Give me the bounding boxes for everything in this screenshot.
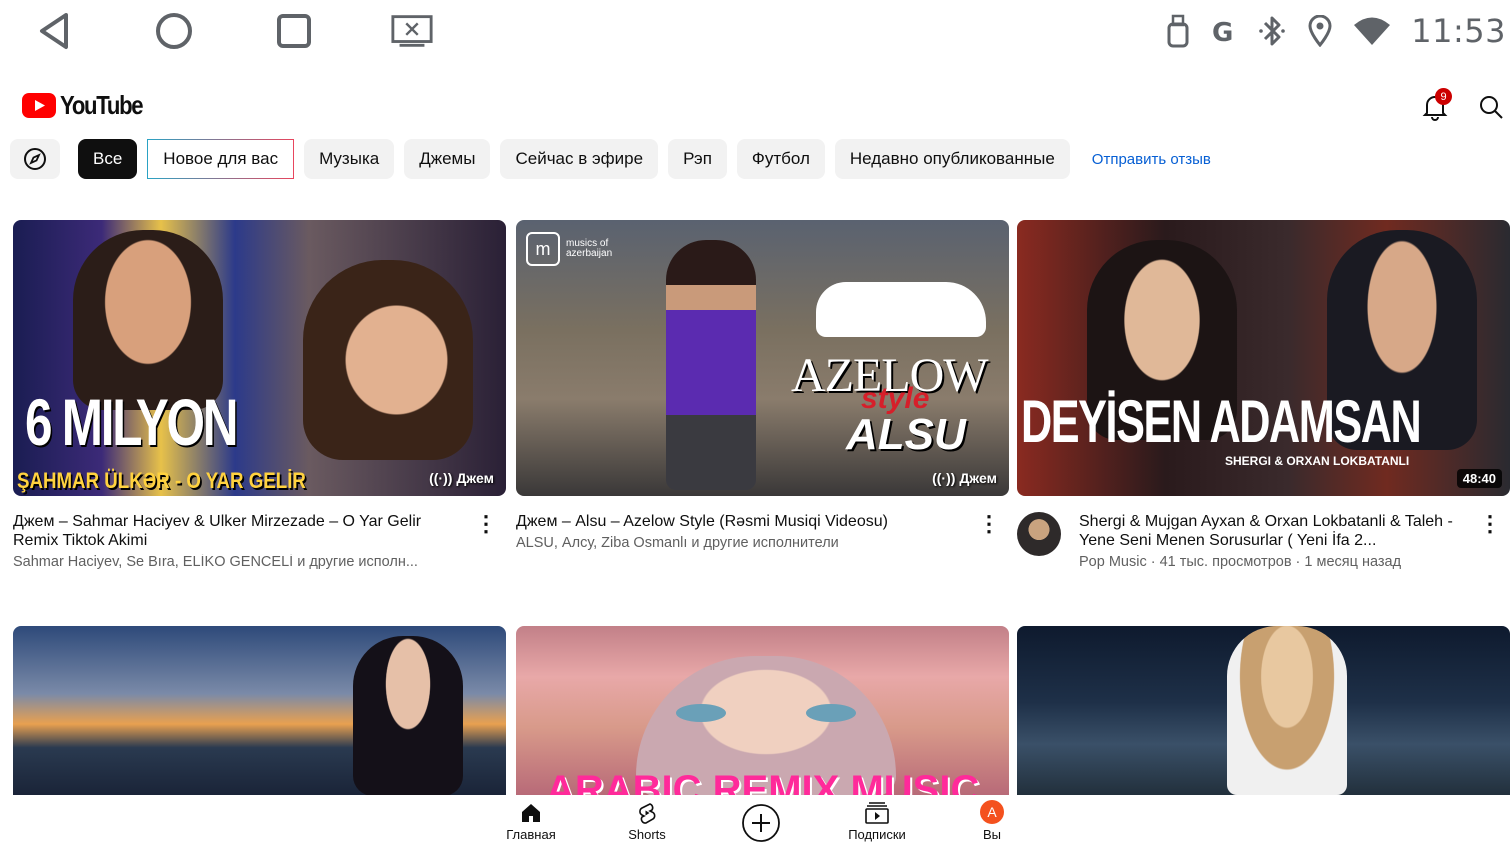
chip-recently-uploaded[interactable]: Недавно опубликованные bbox=[834, 139, 1070, 179]
youtube-play-icon bbox=[22, 93, 56, 118]
status-icons: G 11:53 bbox=[1165, 8, 1510, 54]
jam-tag-label: Джем bbox=[456, 470, 494, 486]
chip-live[interactable]: Сейчас в эфире bbox=[500, 139, 659, 179]
chip-new-for-you[interactable]: Новое для вас bbox=[147, 139, 295, 179]
svg-text:G: G bbox=[1212, 18, 1233, 45]
back-icon[interactable] bbox=[32, 10, 76, 52]
system-bar: G 11:53 bbox=[0, 0, 1510, 62]
nav-subscriptions[interactable]: Подписки bbox=[832, 801, 922, 842]
thumbnail-caption: SHERGI & ORXAN LOKBATANLI bbox=[1225, 454, 1410, 468]
jam-tag: ((·)) Джем bbox=[429, 470, 494, 486]
thumbnail-caption: ALSU bbox=[846, 410, 966, 459]
nav-you-label: Вы bbox=[982, 827, 1001, 842]
jam-tag: ((·)) Джем bbox=[932, 470, 997, 486]
person-image bbox=[1227, 626, 1347, 795]
nav-subscriptions-label: Подписки bbox=[848, 827, 906, 842]
chip-all[interactable]: Все bbox=[78, 139, 138, 179]
nav-home-label: Главная bbox=[506, 827, 556, 842]
car-graphic bbox=[816, 282, 986, 337]
subscriptions-icon bbox=[865, 802, 889, 824]
video-thumbnail[interactable]: m musics of azerbaijan AZELOW style ALSU… bbox=[516, 220, 1009, 496]
home-filled-icon bbox=[522, 804, 540, 822]
clock: 11:53 bbox=[1411, 12, 1506, 50]
video-thumbnail[interactable]: ARABIC REMIX MUSIC bbox=[516, 626, 1009, 795]
search-icon[interactable] bbox=[1474, 90, 1508, 124]
filter-chips: Все Новое для вас Музыка Джемы Сейчас в … bbox=[10, 139, 1211, 179]
person-image bbox=[666, 240, 756, 490]
eye-graphic bbox=[806, 704, 856, 722]
chip-music[interactable]: Музыка bbox=[304, 139, 395, 179]
chip-football[interactable]: Футбол bbox=[736, 139, 825, 179]
explore-chip[interactable] bbox=[10, 139, 60, 179]
chip-rap[interactable]: Рэп bbox=[668, 139, 727, 179]
video-meta: Джем – Sahmar Haciyev & Ulker Mirzezade … bbox=[13, 511, 506, 570]
video-title[interactable]: Shergi & Mujgan Ayxan & Orxan Lokbatanli… bbox=[1079, 512, 1470, 550]
nav-you[interactable]: A Вы bbox=[947, 800, 1037, 842]
more-options-icon[interactable]: ⋮ bbox=[475, 511, 497, 536]
thumbnail-title: 6 MILYON bbox=[25, 385, 238, 459]
screen-cast-icon[interactable] bbox=[390, 10, 434, 52]
video-thumbnail[interactable]: DEYİSEN ADAMSAN SHERGI & ORXAN LOKBATANL… bbox=[1017, 220, 1510, 496]
usb-icon bbox=[1165, 14, 1191, 48]
account-avatar: A bbox=[980, 800, 1004, 824]
chip-jams[interactable]: Джемы bbox=[404, 139, 491, 179]
eye-graphic bbox=[676, 704, 726, 722]
channel-avatar[interactable] bbox=[1017, 512, 1061, 556]
recents-icon[interactable] bbox=[272, 10, 316, 52]
video-thumbnail[interactable] bbox=[13, 626, 506, 795]
video-meta: Джем – Alsu – Azelow Style (Rəsmi Musiqi… bbox=[516, 511, 1009, 551]
video-thumbnail[interactable] bbox=[1017, 626, 1510, 795]
nav-home[interactable]: Главная bbox=[486, 801, 576, 842]
wifi-icon bbox=[1353, 16, 1391, 46]
compass-icon bbox=[24, 148, 46, 170]
google-g-icon: G bbox=[1211, 17, 1237, 45]
more-options-icon[interactable]: ⋮ bbox=[978, 511, 1000, 536]
youtube-logo[interactable]: YouTube bbox=[22, 90, 157, 121]
nav-shorts[interactable]: Shorts bbox=[602, 801, 692, 842]
notifications-icon[interactable]: 9 bbox=[1418, 88, 1452, 124]
video-subtitle: Sahmar Haciyev, Se Bıra, ELİKO GENCELİ и… bbox=[13, 554, 418, 570]
nav-create[interactable] bbox=[716, 803, 806, 845]
more-options-icon[interactable]: ⋮ bbox=[1479, 511, 1501, 536]
home-icon[interactable] bbox=[152, 10, 196, 52]
nav-shorts-label: Shorts bbox=[628, 827, 666, 842]
watermark-text: musics of azerbaijan bbox=[566, 238, 613, 259]
send-feedback-link[interactable]: Отправить отзыв bbox=[1092, 151, 1211, 168]
video-meta: Shergi & Mujgan Ayxan & Orxan Lokbatanli… bbox=[1017, 511, 1510, 570]
video-thumbnail[interactable]: 6 MILYON ŞAHMAR ÜLKƏR - O YAR GELİR ((·)… bbox=[13, 220, 506, 496]
video-duration: 48:40 bbox=[1456, 469, 1502, 488]
video-title[interactable]: Джем – Alsu – Azelow Style (Rəsmi Musiqi… bbox=[516, 512, 969, 531]
bluetooth-icon bbox=[1257, 14, 1287, 48]
person-image bbox=[73, 230, 223, 410]
video-subtitle: Pop Music · 41 тыс. просмотров · 1 месяц… bbox=[1079, 554, 1402, 570]
create-plus-icon bbox=[742, 804, 780, 842]
thumbnail-caption: ŞAHMAR ÜLKƏR - O YAR GELİR bbox=[17, 468, 306, 493]
jam-tag-label: Джем bbox=[959, 470, 997, 486]
channel-watermark: m musics of azerbaijan bbox=[526, 232, 626, 266]
logo-text: YouTube bbox=[60, 90, 144, 120]
video-title[interactable]: Джем – Sahmar Haciyev & Ulker Mirzezade … bbox=[13, 512, 466, 550]
shorts-icon bbox=[639, 803, 656, 824]
person-image bbox=[353, 636, 463, 795]
bottom-navigation: Главная Shorts Подписки A Вы bbox=[0, 795, 1510, 847]
app-header: YouTube 9 bbox=[0, 80, 1510, 128]
notification-badge: 9 bbox=[1435, 88, 1452, 105]
video-subtitle: ALSU, Алсу, Ziba Osmanlı и другие исполн… bbox=[516, 535, 839, 551]
thumbnail-title: DEYİSEN ADAMSAN bbox=[1021, 388, 1422, 455]
location-icon bbox=[1307, 15, 1333, 47]
person-image bbox=[303, 260, 473, 460]
thumbnail-title: ARABIC REMIX MUSIC bbox=[546, 768, 980, 795]
